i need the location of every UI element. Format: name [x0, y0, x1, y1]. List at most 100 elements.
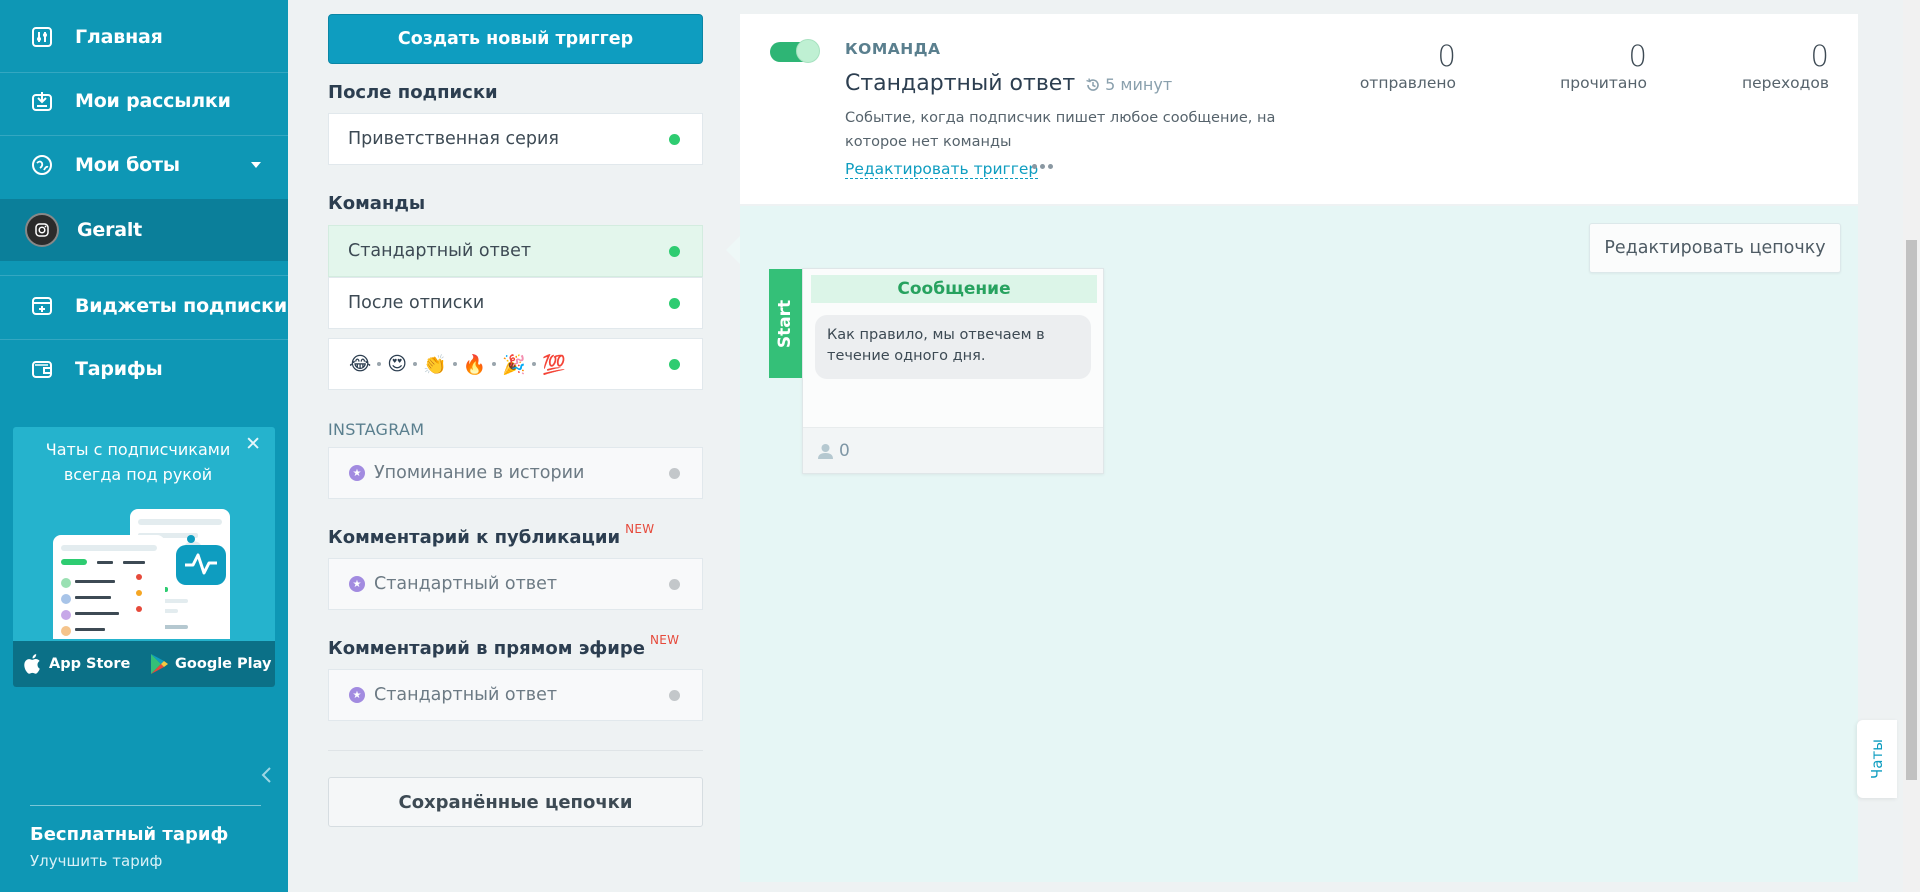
- stat-value: 0: [1628, 39, 1647, 73]
- app-store-bar: App Store Google Play: [13, 641, 275, 687]
- section-after-subscribe: После подписки: [328, 82, 498, 103]
- message-node-title: Сообщение: [811, 275, 1097, 303]
- stat-value: 0: [1810, 39, 1829, 73]
- bots-icon: [30, 153, 54, 177]
- campaigns-icon: [30, 89, 54, 113]
- chevron-left-icon[interactable]: [258, 764, 276, 786]
- stat-read: 0 прочитано: [1560, 38, 1647, 92]
- start-label: Start: [775, 299, 796, 348]
- app-store-label: App Store: [49, 656, 131, 672]
- instagram-avatar: [25, 213, 59, 247]
- nav-label-home: Главная: [75, 26, 163, 48]
- chats-tab-label: Чаты: [1868, 738, 1886, 780]
- promo-text: Чаты с подписчиками всегда под рукой: [45, 440, 231, 484]
- sidebar: Главная Мои рассылки Мои боты Geralt Вид…: [0, 0, 288, 892]
- section-post-comment: Комментарий к публикации NEW: [328, 522, 654, 548]
- nav-label-bots: Мои боты: [75, 154, 180, 176]
- stat-label: отправлено: [1359, 74, 1456, 92]
- upgrade-plan-link[interactable]: Улучшить тариф: [30, 852, 162, 870]
- trigger-title: Стандартный ответ 5 минут: [845, 71, 1172, 96]
- emoji-keyword: 😂: [349, 353, 372, 375]
- more-options-icon[interactable]: [1032, 164, 1053, 169]
- nav-item-bot-geralt[interactable]: Geralt: [0, 199, 288, 261]
- trigger-label: Стандартный ответ: [374, 574, 558, 594]
- message-node[interactable]: Сообщение Как правило, мы отвечаем в теч…: [802, 268, 1104, 474]
- saved-chains-button[interactable]: Сохранённые цепочки: [328, 777, 703, 827]
- create-trigger-button[interactable]: Создать новый триггер: [328, 14, 703, 64]
- trigger-type: КОМАНДА: [845, 40, 941, 58]
- trigger-details-panel: КОМАНДА Стандартный ответ 5 минут Событи…: [740, 14, 1858, 204]
- trigger-description: Событие, когда подписчик пишет любое соо…: [845, 110, 1276, 150]
- nav-item-home[interactable]: Главная: [0, 7, 288, 67]
- message-bubble: Как правило, мы отвечаем в течение одног…: [815, 315, 1091, 379]
- star-icon: ★: [349, 687, 365, 703]
- trigger-enabled-toggle[interactable]: [770, 39, 820, 63]
- app-store-button[interactable]: App Store: [23, 653, 130, 675]
- status-dot-active: [669, 133, 680, 145]
- emoji-keyword: 👏: [423, 353, 447, 376]
- phone-illustration: [53, 509, 230, 639]
- status-dot-active: [669, 297, 680, 309]
- nav-label-widgets: Виджеты подписки: [75, 295, 287, 317]
- history-icon: [1086, 77, 1099, 91]
- trigger-live-standard-reply[interactable]: ★ Стандартный ответ: [328, 669, 703, 721]
- trigger-post-standard-reply[interactable]: ★ Стандартный ответ: [328, 558, 703, 610]
- nav-label-tariffs: Тарифы: [75, 358, 163, 380]
- stat-value: 0: [1437, 39, 1456, 73]
- stat-sent: 0 отправлено: [1360, 38, 1456, 92]
- scrollbar-thumb[interactable]: [1906, 240, 1917, 780]
- apple-icon: [24, 654, 40, 674]
- stat-label: прочитано: [1560, 74, 1647, 92]
- trigger-label: Упоминание в истории: [374, 463, 585, 483]
- page-scrollbar[interactable]: [1903, 0, 1920, 892]
- trigger-label: Приветственная серия: [348, 129, 559, 149]
- section-live-comment-title: Комментарий в прямом эфире: [328, 638, 645, 659]
- nav-item-tariffs[interactable]: Тарифы: [0, 339, 288, 399]
- section-instagram: INSTAGRAM: [328, 420, 425, 439]
- nav-label-bot-geralt: Geralt: [77, 219, 143, 241]
- emoji-keywords: 😂 😍 👏 🔥 🎉 💯: [349, 353, 566, 376]
- trigger-label: Стандартный ответ: [374, 685, 558, 705]
- nav-item-bots[interactable]: Мои боты: [0, 135, 288, 195]
- trigger-story-mention[interactable]: ★ Упоминание в истории: [328, 447, 703, 499]
- google-play-label: Google Play: [175, 656, 272, 672]
- chevron-down-icon[interactable]: [251, 162, 261, 168]
- trigger-emoji-command[interactable]: 😂 😍 👏 🔥 🎉 💯: [328, 338, 703, 390]
- nav-item-campaigns[interactable]: Мои рассылки: [0, 71, 288, 131]
- section-commands: Команды: [328, 193, 426, 214]
- trigger-after-unsubscribe[interactable]: После отписки: [328, 277, 703, 329]
- delay-value: 5 минут: [1105, 75, 1173, 94]
- google-play-icon: [151, 654, 168, 674]
- trigger-standard-reply[interactable]: Стандартный ответ: [328, 225, 703, 277]
- section-post-comment-title: Комментарий к публикации: [328, 527, 621, 548]
- status-dot-inactive: [669, 578, 680, 590]
- edit-trigger-link[interactable]: Редактировать триггер: [845, 160, 1039, 179]
- star-icon: ★: [349, 576, 365, 592]
- new-badge: NEW: [625, 522, 655, 536]
- chats-tab[interactable]: Чаты: [1857, 720, 1897, 798]
- emoji-keyword: 😍: [387, 353, 408, 375]
- mobile-app-promo: Чаты с подписчиками всегда под рукой ✕ A…: [13, 427, 275, 687]
- subscriber-count: 0: [839, 440, 850, 461]
- stat-label: переходов: [1741, 74, 1829, 92]
- close-icon[interactable]: ✕: [245, 435, 261, 454]
- start-marker: Start: [769, 269, 802, 378]
- user-icon: [817, 443, 833, 459]
- wallet-icon: [30, 357, 54, 381]
- plan-name: Бесплатный тариф: [30, 824, 229, 845]
- trigger-name: Стандартный ответ: [845, 71, 1076, 96]
- section-live-comment: Комментарий в прямом эфире NEW: [328, 633, 679, 659]
- edit-chain-button[interactable]: Редактировать цепочку: [1589, 223, 1841, 273]
- message-node-footer: 0: [803, 427, 1103, 473]
- google-play-button[interactable]: Google Play: [149, 653, 271, 675]
- divider: [328, 750, 703, 751]
- dashboard-icon: [30, 25, 54, 49]
- emoji-keyword: 🔥: [462, 353, 487, 376]
- trigger-delay: 5 минут: [1085, 75, 1172, 94]
- stat-clicks: 0 переходов: [1742, 38, 1829, 92]
- nav-item-widgets[interactable]: Виджеты подписки: [0, 276, 288, 336]
- widgets-icon: [30, 294, 54, 318]
- trigger-welcome-series[interactable]: Приветственная серия: [328, 113, 703, 165]
- new-badge: NEW: [649, 633, 680, 647]
- selection-pointer: [726, 236, 740, 264]
